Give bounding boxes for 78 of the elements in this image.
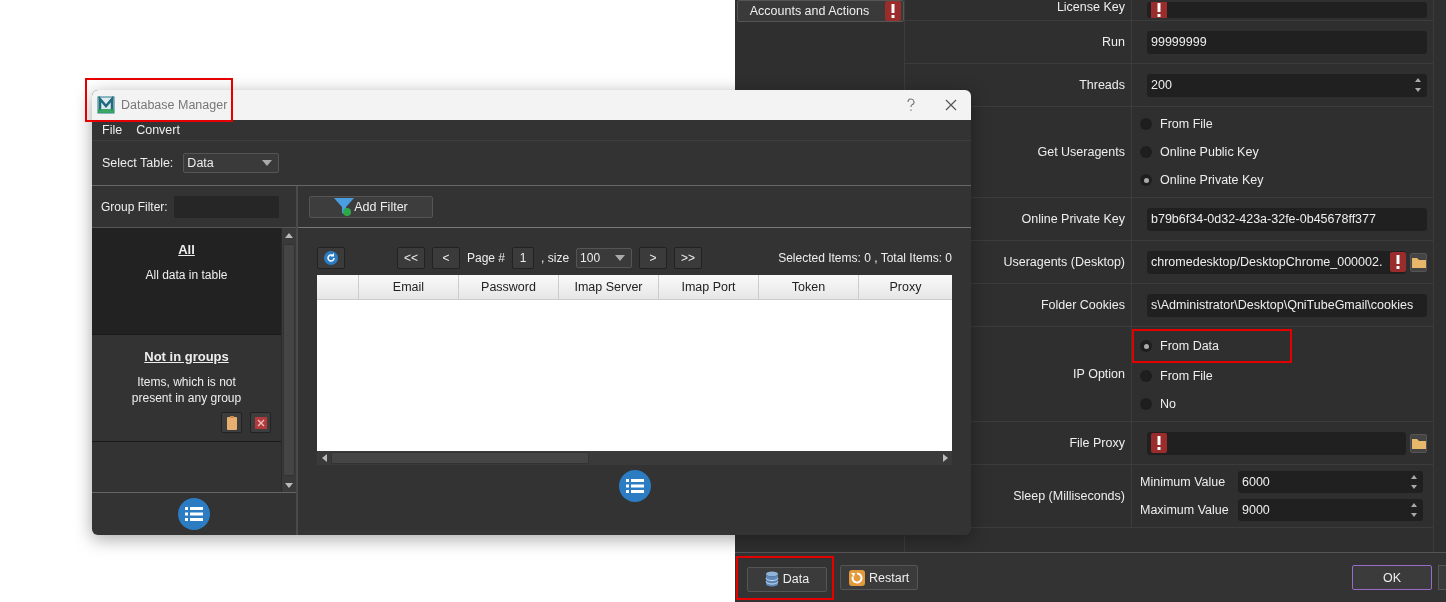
field-label: Run (905, 21, 1132, 63)
clipboard-icon (226, 415, 237, 430)
field-label: Maximum Value (1140, 503, 1230, 517)
left-arrow-icon (321, 454, 327, 462)
input-field[interactable]: 200 (1147, 73, 1427, 97)
column-header[interactable]: Token (759, 275, 859, 299)
radio-option[interactable]: From File (1140, 365, 1213, 387)
radio-button[interactable] (1140, 340, 1152, 352)
page-label: Page # (467, 251, 506, 265)
data-button[interactable]: Data (747, 566, 827, 592)
column-header[interactable]: Imap Server (559, 275, 659, 299)
field-label: License Key (905, 0, 1132, 20)
caret-icon (615, 255, 626, 261)
input-field[interactable]: 6000 (1238, 471, 1423, 493)
previous-page-button[interactable]: < (432, 247, 460, 269)
group-title: All (178, 242, 195, 257)
refresh-button[interactable] (317, 247, 345, 269)
next-page-button[interactable]: > (639, 247, 668, 269)
field-label: Group Filter: (101, 199, 168, 214)
list-icon (618, 470, 651, 502)
restart-button[interactable]: Restart (840, 565, 919, 590)
ok-button[interactable]: OK (1352, 565, 1432, 590)
close-icon (945, 99, 957, 111)
group-description: All data in table (144, 267, 229, 283)
browse-button[interactable] (1410, 252, 1427, 272)
page-size-dropdown[interactable]: 100 (576, 248, 633, 268)
radio-option[interactable]: Online Private Key (1140, 169, 1264, 191)
refresh-icon (324, 251, 338, 265)
caret-icon (262, 160, 273, 166)
first-page-button[interactable]: << (397, 247, 425, 269)
down-arrow-icon (285, 482, 293, 488)
size-label: , size (541, 251, 570, 265)
delete-button[interactable] (250, 412, 271, 433)
group-title: Not in groups (144, 349, 229, 364)
input-field[interactable] (1147, 2, 1427, 18)
group-item[interactable]: Not in groups Items, which is not present in any group (92, 335, 281, 442)
group-description: Items, which is not present in any group (130, 374, 243, 406)
restart-icon (849, 569, 865, 586)
table-dropdown[interactable]: Data (183, 153, 280, 173)
folder-icon (1411, 256, 1426, 268)
menu-item[interactable]: File (102, 123, 123, 137)
funnel-icon (334, 197, 355, 216)
input-field[interactable]: 9000 (1238, 499, 1423, 521)
input-field[interactable]: 99999999 (1147, 30, 1427, 54)
last-page-button[interactable]: >> (674, 247, 703, 269)
group-item[interactable]: All All data in table (92, 228, 281, 335)
sidebar-item[interactable]: Accounts and Actions (737, 0, 904, 22)
input-field[interactable] (1147, 431, 1406, 455)
vertical-scrollbar[interactable] (281, 228, 296, 492)
field-label: Select Table: (102, 156, 174, 170)
right-arrow-icon (942, 454, 948, 462)
radio-option[interactable]: Online Public Key (1140, 141, 1259, 163)
list-icon (178, 498, 210, 530)
radio-option[interactable]: From File (1140, 113, 1213, 135)
input-field[interactable]: s\Administrator\Desktop\QniTubeGmail\cookies (1147, 293, 1427, 317)
app-icon (97, 96, 115, 114)
input-field[interactable]: chromedesktop/DesktopChrome_000002. (1147, 250, 1406, 274)
database-icon (764, 571, 779, 587)
column-header[interactable]: Imap Port (659, 275, 759, 299)
input-field[interactable]: b79b6f34-0d32-423a-32fe-0b45678ff377 (1147, 207, 1427, 231)
horizontal-scrollbar[interactable] (317, 451, 952, 465)
help-icon (906, 98, 916, 112)
radio-option[interactable]: From Data (1140, 335, 1270, 357)
field-label: Minimum Value (1140, 475, 1227, 489)
browse-button[interactable] (1410, 433, 1427, 453)
up-arrow-icon (285, 232, 293, 238)
radio-button[interactable] (1140, 174, 1152, 186)
column-header[interactable]: Password (459, 275, 559, 299)
delete-icon (254, 416, 267, 429)
page-number-field[interactable]: 1 (512, 247, 535, 269)
menu-item[interactable]: Convert (136, 123, 180, 137)
radio-option[interactable]: No (1140, 393, 1176, 415)
window-title: Database Manager (121, 98, 228, 112)
folder-icon (1411, 437, 1426, 449)
add-filter-button[interactable]: Add Filter (309, 195, 433, 218)
clipboard-button[interactable] (221, 412, 242, 433)
column-header[interactable]: Email (359, 275, 459, 299)
button-edge[interactable] (1438, 565, 1446, 590)
